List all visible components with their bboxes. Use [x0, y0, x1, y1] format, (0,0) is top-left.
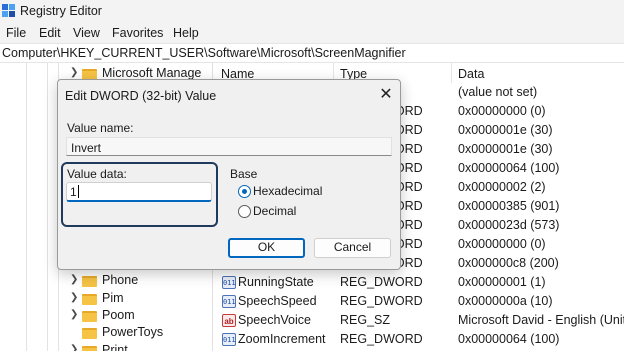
- row-type: REG_DWORD: [340, 294, 423, 308]
- radio-button-icon[interactable]: [238, 185, 251, 198]
- row-data: 0x0000001e (30): [458, 123, 553, 137]
- row-type: REG_DWORD: [340, 275, 423, 289]
- menu-favorites[interactable]: Favorites: [112, 26, 163, 40]
- dialog-title: Edit DWORD (32-bit) Value: [65, 89, 217, 103]
- table-row[interactable]: 011 ZoomIncrement REG_DWORD 0x00000064 (100…: [214, 330, 624, 349]
- chevron-right-icon[interactable]: ❯: [70, 67, 80, 78]
- text-caret: [77, 185, 79, 198]
- cancel-button[interactable]: Cancel: [314, 238, 391, 258]
- row-data: 0x00000064 (100): [458, 332, 560, 346]
- tree-item-powertoys[interactable]: PowerToys: [70, 325, 213, 342]
- row-name: SpeechVoice: [238, 313, 311, 327]
- chevron-right-icon[interactable]: ❯: [70, 292, 80, 303]
- row-name: SpeechSpeed: [238, 294, 317, 308]
- row-data: 0x000000c8 (200): [458, 256, 559, 270]
- table-row[interactable]: 011 SpeechSpeed REG_DWORD 0x0000000a (10): [214, 292, 624, 311]
- menu-edit[interactable]: Edit: [39, 26, 61, 40]
- row-name: RunningState: [238, 275, 314, 289]
- tree-item-label: PowerToys: [102, 325, 164, 339]
- value-data-input[interactable]: 1: [66, 182, 212, 202]
- edit-dword-dialog: Edit DWORD (32-bit) Value ✕ Value name: …: [57, 79, 401, 270]
- menu-view[interactable]: View: [73, 26, 100, 40]
- radio-label[interactable]: Decimal: [253, 204, 296, 218]
- tree-item-label: Poom: [102, 308, 135, 322]
- folder-icon: [82, 294, 97, 305]
- column-header-data[interactable]: Data: [458, 67, 484, 81]
- address-path[interactable]: Computer\HKEY_CURRENT_USER\Software\Micr…: [2, 46, 406, 60]
- chevron-right-icon[interactable]: ❯: [70, 274, 80, 285]
- row-data: 0x00000385 (901): [458, 199, 560, 213]
- radio-label[interactable]: Hexadecimal: [253, 184, 322, 198]
- folder-icon: [82, 346, 97, 351]
- value-name-text: Invert: [71, 141, 102, 155]
- row-data: 0x0000001e (30): [458, 142, 553, 156]
- tree-item-poom[interactable]: ❯ Poom: [70, 308, 213, 325]
- table-row[interactable]: ab SpeechVoice REG_SZ Microsoft David - Eng…: [214, 311, 624, 330]
- value-data-text[interactable]: 1: [70, 185, 77, 199]
- window-title: Registry Editor: [20, 4, 102, 18]
- row-data: (value not set): [458, 85, 538, 99]
- row-data: Microsoft David - English (United: [458, 313, 624, 327]
- string-value-icon: ab: [222, 314, 236, 327]
- row-data: 0x00000000 (0): [458, 237, 546, 251]
- menu-file[interactable]: File: [6, 26, 26, 40]
- column-divider[interactable]: [451, 63, 452, 83]
- ok-button[interactable]: OK: [228, 238, 305, 258]
- row-data: 0x00000064 (100): [458, 161, 560, 175]
- row-data: 0x00000000 (0): [458, 104, 546, 118]
- tree-item-phone[interactable]: ❯ Phone: [70, 273, 213, 290]
- folder-icon: [82, 276, 97, 287]
- dword-value-icon: 011: [222, 276, 236, 289]
- tree-item-pim[interactable]: ❯ Pim: [70, 291, 213, 308]
- dword-value-icon: 011: [222, 295, 236, 308]
- row-data: 0x00000001 (1): [458, 275, 546, 289]
- address-bar[interactable]: Computer\HKEY_CURRENT_USER\Software\Micr…: [0, 43, 624, 63]
- tree-item-label: Microsoft Manage: [102, 66, 202, 80]
- dword-value-icon: 011: [222, 333, 236, 346]
- tree-guide-line: [47, 63, 48, 351]
- menu-bar: File Edit View Favorites Help: [0, 24, 624, 43]
- tree-item-print[interactable]: ❯ Print: [70, 343, 213, 351]
- row-data: 0x0000000a (10): [458, 294, 553, 308]
- title-bar: Registry Editor: [0, 0, 624, 24]
- menu-help[interactable]: Help: [173, 26, 199, 40]
- folder-icon: [82, 311, 97, 322]
- tree-item-label: Print: [102, 343, 128, 351]
- value-name-label: Value name:: [67, 121, 134, 135]
- chevron-right-icon[interactable]: ❯: [70, 309, 80, 320]
- registry-editor-icon: [2, 4, 15, 17]
- row-name: ZoomIncrement: [238, 332, 326, 346]
- row-type: REG_DWORD: [340, 332, 423, 346]
- tree-item-label: Pim: [102, 291, 124, 305]
- table-row[interactable]: 011 RunningState REG_DWORD 0x00000001 (1): [214, 273, 624, 292]
- chevron-right-icon[interactable]: ❯: [70, 344, 80, 351]
- tree-item-label: Phone: [102, 273, 139, 287]
- radio-button-icon[interactable]: [238, 205, 251, 218]
- tree-guide-line: [26, 63, 27, 351]
- row-type: REG_SZ: [340, 313, 391, 327]
- row-data: 0x00000002 (2): [458, 180, 546, 194]
- value-data-label: Value data:: [67, 167, 127, 181]
- value-name-field: Invert: [66, 137, 392, 156]
- close-icon[interactable]: ✕: [376, 85, 396, 105]
- folder-icon: [82, 328, 97, 339]
- base-label: Base: [230, 167, 258, 181]
- row-data: 0x0000023d (573): [458, 218, 560, 232]
